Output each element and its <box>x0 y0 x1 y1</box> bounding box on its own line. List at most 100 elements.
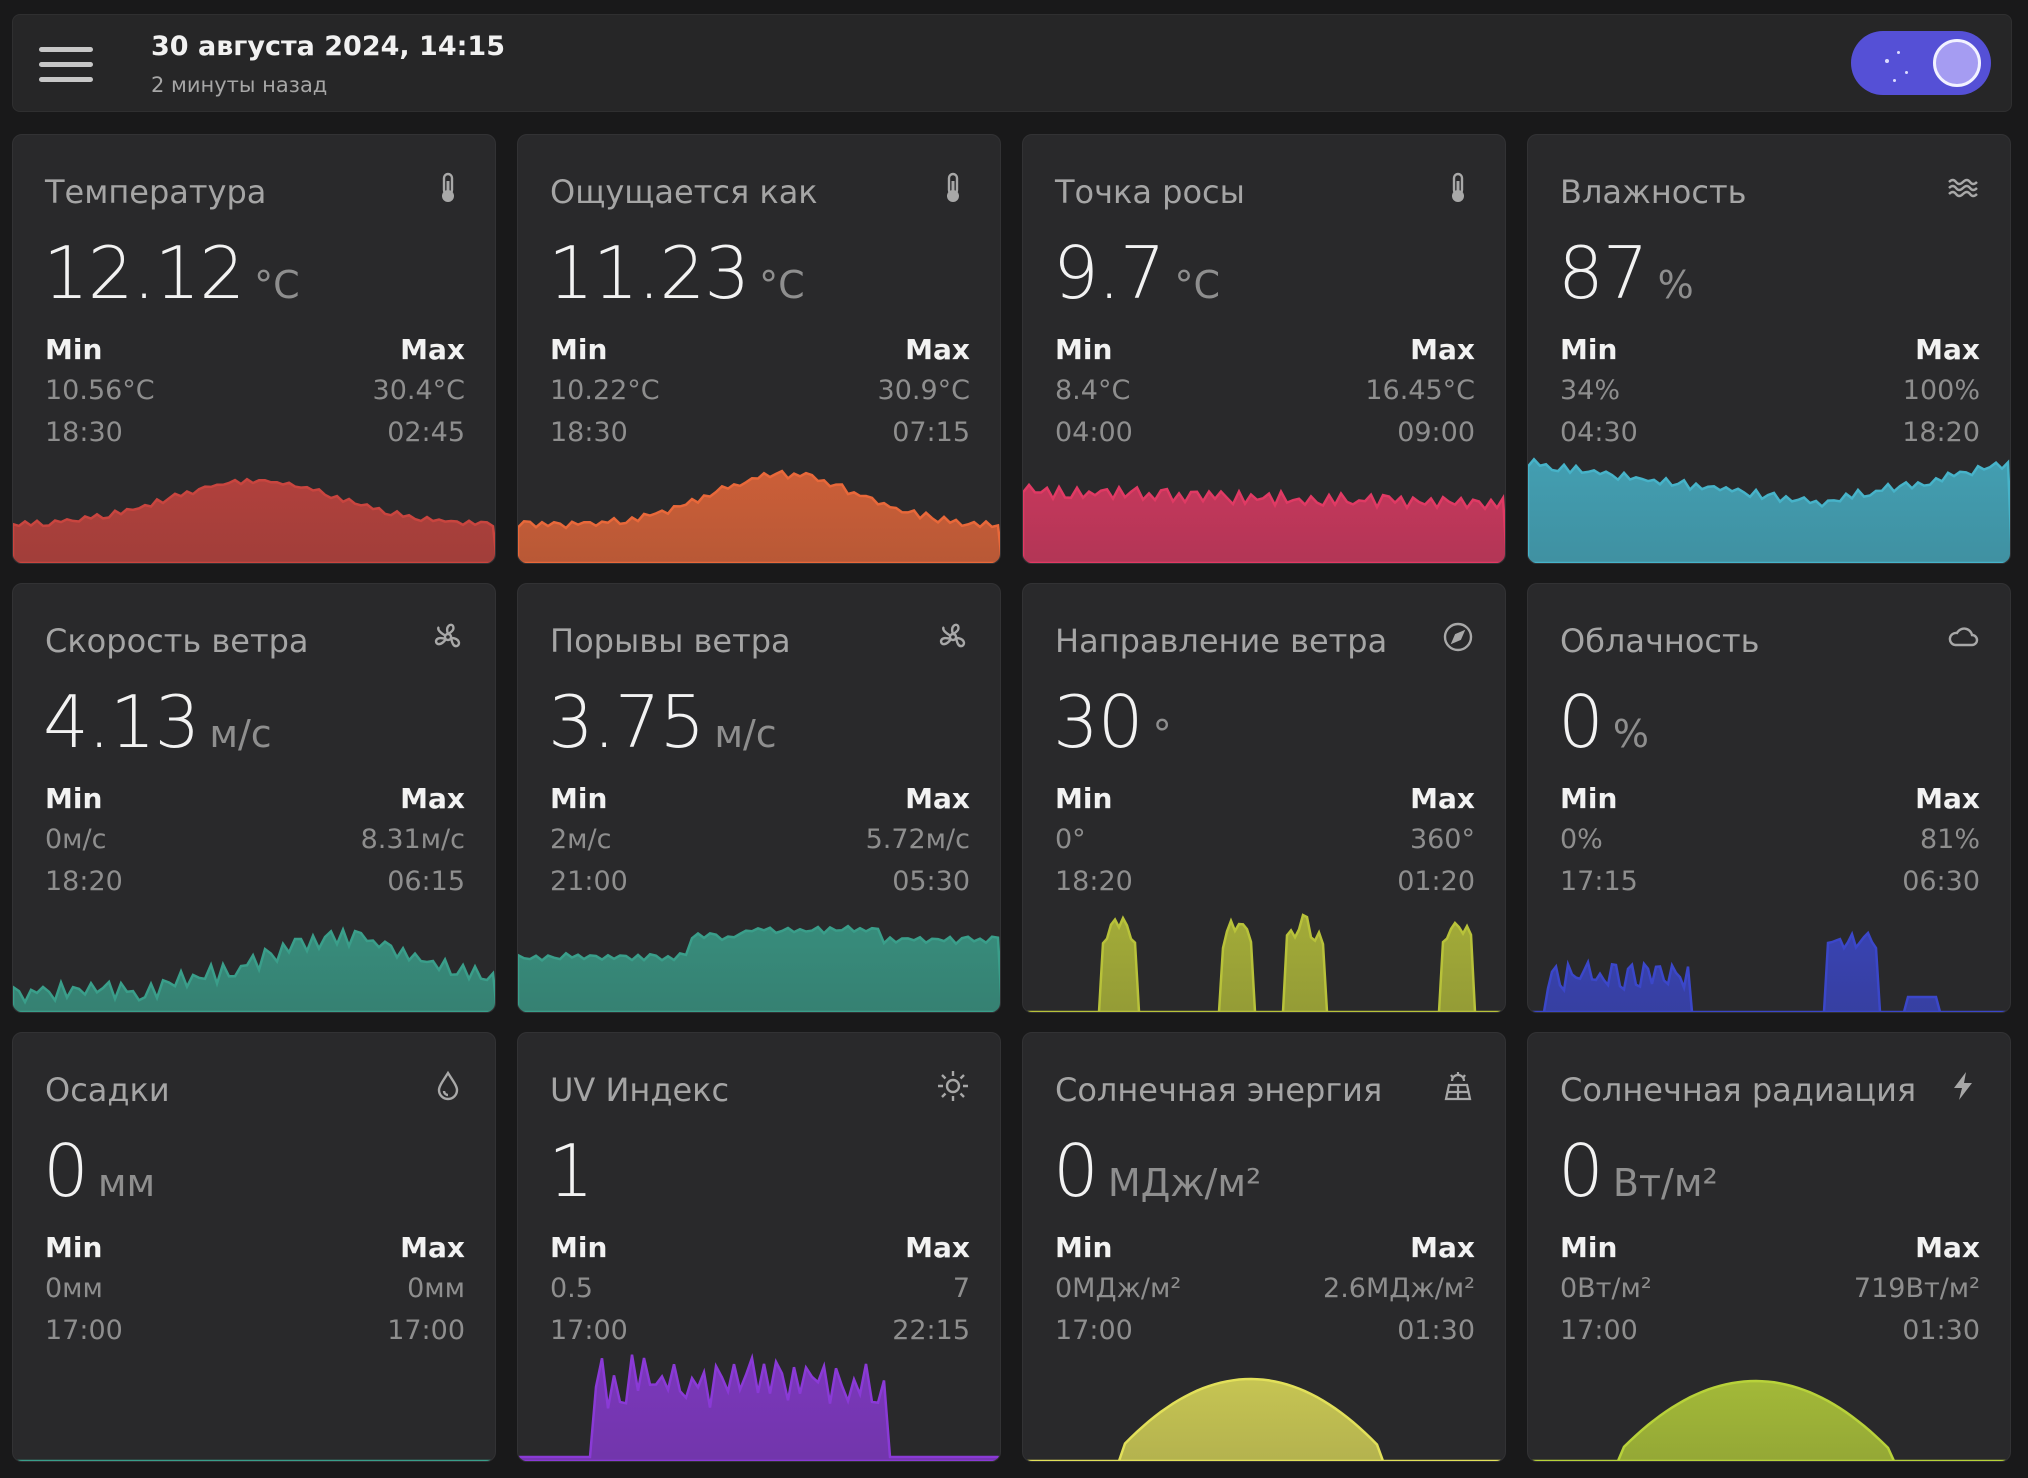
sparkline <box>518 924 1000 1012</box>
page-title: 30 августа 2024, 14:15 <box>151 31 506 62</box>
compass-icon <box>1441 620 1475 654</box>
min-time: 18:30 <box>45 417 123 448</box>
max-label: Max <box>1915 1231 1980 1264</box>
metric-card[interactable]: Солнечная радиация 0 Вт/м² Min 0Вт/м² 17:… <box>1527 1032 2011 1462</box>
sparkline-area <box>1528 457 2010 563</box>
sparkline <box>1528 1379 2010 1461</box>
card-title: Солнечная радиация <box>1560 1071 1917 1109</box>
min-value: 0° <box>1055 824 1086 855</box>
metric-card[interactable]: Температура 12.12 °C Min 10.56°C 18:30 Ma… <box>12 134 496 564</box>
min-time: 18:20 <box>1055 866 1133 897</box>
max-label: Max <box>400 782 465 815</box>
thermometer-icon <box>431 171 465 205</box>
min-time: 17:00 <box>1560 1315 1638 1346</box>
metric-card[interactable]: Направление ветра 30 ° Min 0° 18:20 Max 3… <box>1022 583 1506 1013</box>
card-title: Осадки <box>45 1071 170 1109</box>
max-time: 06:30 <box>1902 866 1980 897</box>
card-unit: °C <box>1174 263 1221 307</box>
sun-icon <box>936 1069 970 1103</box>
min-value: 0.5 <box>550 1273 593 1304</box>
max-label: Max <box>1915 782 1980 815</box>
min-time: 17:00 <box>550 1315 628 1346</box>
metric-card[interactable]: Ощущается как 11.23 °C Min 10.22°C 18:30 … <box>517 134 1001 564</box>
min-value: 0мм <box>45 1273 103 1304</box>
min-value: 10.22°C <box>550 375 660 406</box>
card-title: Направление ветра <box>1055 622 1388 660</box>
max-value: 0мм <box>407 1273 465 1304</box>
card-title: UV Индекс <box>550 1071 730 1109</box>
card-value: 0 <box>1053 1129 1099 1213</box>
max-value: 5.72м/с <box>865 824 970 855</box>
min-label: Min <box>1560 782 1618 815</box>
max-label: Max <box>400 1231 465 1264</box>
thermometer-icon <box>1441 171 1475 205</box>
min-value: 8.4°C <box>1055 375 1131 406</box>
metric-card[interactable]: Осадки 0 мм Min 0мм 17:00 Max 0мм 17:00 <box>12 1032 496 1462</box>
max-value: 30.9°C <box>877 375 970 406</box>
card-value: 0 <box>1558 680 1604 764</box>
max-time: 06:15 <box>387 866 465 897</box>
min-time: 18:30 <box>550 417 628 448</box>
max-time: 17:00 <box>387 1315 465 1346</box>
sparkline-area <box>13 926 495 1012</box>
sparkline <box>518 469 1000 563</box>
card-unit: м/с <box>714 712 777 756</box>
min-value: 0м/с <box>45 824 107 855</box>
metric-card[interactable]: Скорость ветра 4.13 м/с Min 0м/с 18:20 Ma… <box>12 583 496 1013</box>
sparkline-area <box>518 924 1000 1012</box>
max-label: Max <box>1915 333 1980 366</box>
thermometer-icon <box>936 171 970 205</box>
max-time: 07:15 <box>892 417 970 448</box>
card-value: 87 <box>1558 231 1649 315</box>
sparkline <box>1528 930 2010 1012</box>
sparkline-area <box>13 477 495 563</box>
metric-card[interactable]: Солнечная энергия 0 МДж/м² Min 0МДж/м² 17… <box>1022 1032 1506 1462</box>
metric-card[interactable]: Облачность 0% Min 0% 17:15 Max 81% 06:30 <box>1527 583 2011 1013</box>
sparkline <box>13 926 495 1012</box>
min-label: Min <box>550 782 608 815</box>
min-label: Min <box>1055 1231 1113 1264</box>
max-value: 100% <box>1902 375 1980 406</box>
min-label: Min <box>1055 782 1113 815</box>
min-label: Min <box>550 1231 608 1264</box>
max-label: Max <box>1410 782 1475 815</box>
min-value: 0Вт/м² <box>1560 1273 1652 1304</box>
max-value: 81% <box>1919 824 1980 855</box>
min-label: Min <box>45 1231 103 1264</box>
card-unit: °C <box>254 263 300 307</box>
sparkline <box>1023 482 1505 563</box>
drop-icon <box>431 1069 465 1103</box>
top-bar: 30 августа 2024, 14:15 2 минуты назад <box>12 14 2012 112</box>
sparkline-area <box>1528 930 2010 1012</box>
min-value: 34% <box>1560 375 1621 406</box>
sparkline <box>1023 1377 1505 1461</box>
metric-card[interactable]: Точка росы 9.7 °C Min 8.4°C 04:00 Max 16.… <box>1022 134 1506 564</box>
max-label: Max <box>1410 1231 1475 1264</box>
metric-card[interactable]: Порывы ветра 3.75 м/с Min 2м/с 21:00 Max … <box>517 583 1001 1013</box>
max-value: 2.6МДж/м² <box>1323 1273 1475 1304</box>
metric-card[interactable]: Влажность 87% Min 34% 04:30 Max 100% 18:… <box>1527 134 2011 564</box>
card-unit: °C <box>759 263 805 307</box>
card-title: Солнечная энергия <box>1055 1071 1383 1109</box>
sparkline-area <box>1023 482 1505 563</box>
max-label: Max <box>400 333 465 366</box>
solar-panel-icon <box>1441 1069 1475 1103</box>
min-time: 17:00 <box>1055 1315 1133 1346</box>
metric-card[interactable]: UV Индекс 1 Min 0.5 17:00 Max 7 22:15 <box>517 1032 1001 1462</box>
min-time: 21:00 <box>550 866 628 897</box>
sparkline <box>13 1459 495 1461</box>
theme-toggle[interactable] <box>1851 31 1991 95</box>
card-title: Точка росы <box>1055 173 1245 211</box>
cloud-icon <box>1946 620 1980 654</box>
sparkline-area <box>518 469 1000 563</box>
card-value: 1 <box>548 1129 594 1213</box>
min-value: 2м/с <box>550 824 612 855</box>
card-value: 4.13 <box>43 680 200 764</box>
waves-icon <box>1946 171 1980 205</box>
min-value: 10.56°C <box>45 375 155 406</box>
sparkline <box>1023 913 1505 1012</box>
card-value: 0 <box>1558 1129 1604 1213</box>
min-label: Min <box>45 333 103 366</box>
hamburger-menu-icon[interactable] <box>39 45 93 85</box>
sparkline <box>13 477 495 563</box>
